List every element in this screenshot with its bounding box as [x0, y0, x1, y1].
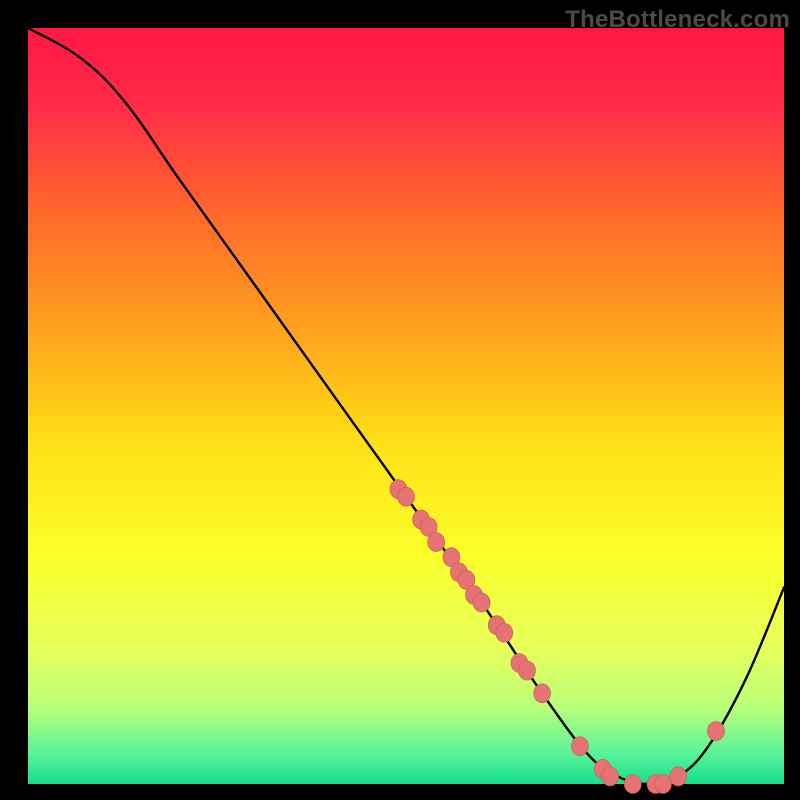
curve-marker — [602, 767, 619, 786]
curve-marker — [519, 661, 536, 680]
curve-marker — [670, 767, 687, 786]
curve-marker — [428, 533, 445, 552]
curve-marker — [398, 487, 415, 506]
curve-marker — [708, 722, 725, 741]
curve-marker — [655, 775, 672, 794]
curve-marker — [534, 684, 551, 703]
bottleneck-chart — [0, 0, 800, 800]
curve-marker — [571, 737, 588, 756]
plot-gradient-area — [28, 28, 784, 784]
curve-marker — [473, 593, 490, 612]
watermark-text: TheBottleneck.com — [565, 6, 790, 34]
curve-marker — [624, 775, 641, 794]
curve-marker — [496, 623, 513, 642]
chart-root: { "watermark": "TheBottleneck.com", "col… — [0, 0, 800, 800]
